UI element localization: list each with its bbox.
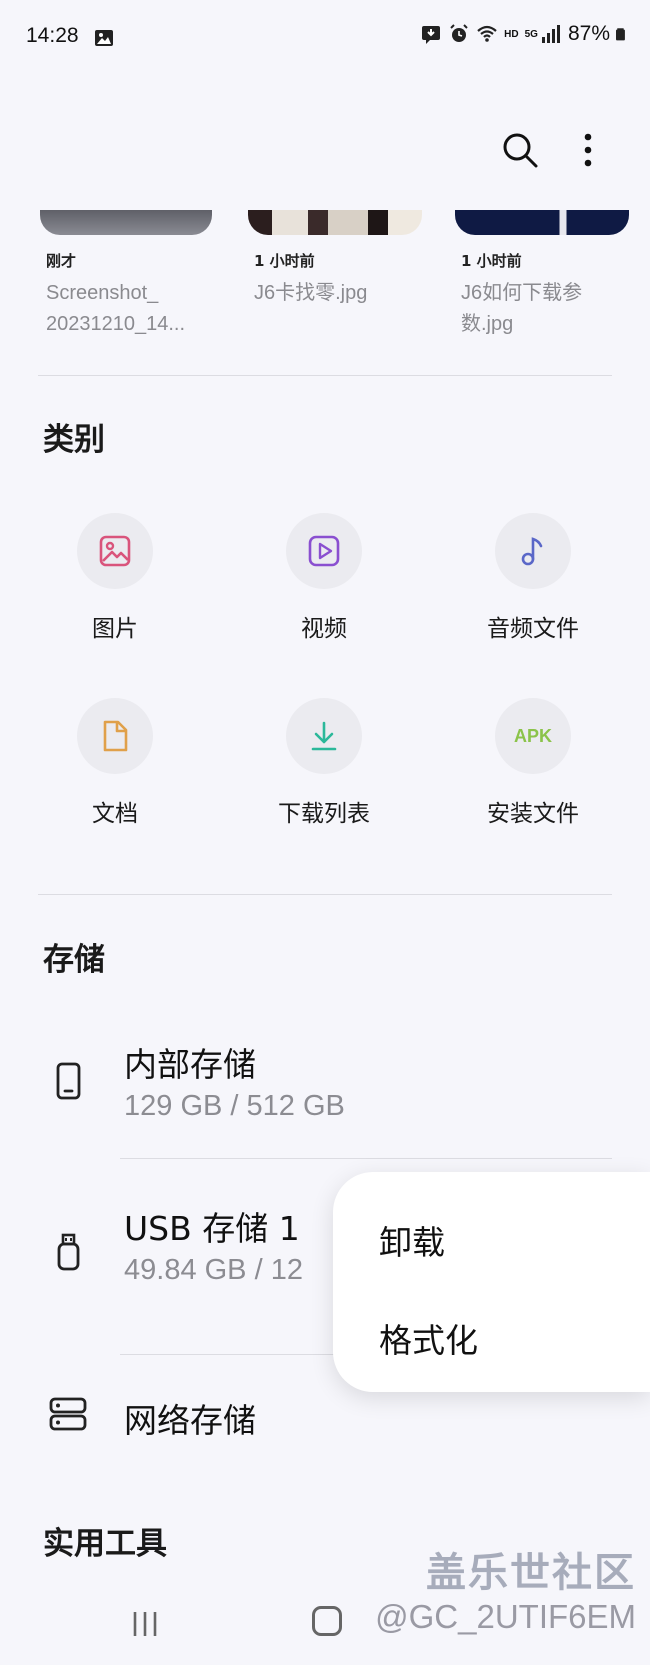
apk-badge: APK xyxy=(513,725,552,746)
wifi-icon xyxy=(477,25,497,42)
recent-file-time: 刚才 xyxy=(46,252,77,270)
video-icon xyxy=(286,513,362,589)
music-icon xyxy=(495,513,571,589)
image-icon xyxy=(77,513,153,589)
menu-unmount[interactable]: 卸载 xyxy=(379,1216,445,1264)
category-audio[interactable]: 音频文件 xyxy=(433,513,633,643)
usb-storage-usage: 49.84 GB / 12 xyxy=(124,1254,303,1286)
battery-icon xyxy=(616,28,625,41)
category-apk[interactable]: APK 安装文件 xyxy=(433,698,633,828)
signal-icon xyxy=(541,25,560,43)
network-storage-item[interactable]: 网络存储 xyxy=(0,1380,650,1460)
battery-percent: 87% xyxy=(567,22,610,45)
network-storage-title: 网络存储 xyxy=(124,1401,256,1440)
recent-file-name: J6如何下载参 数.jpg xyxy=(461,282,583,335)
recent-file-time: 1 小时前 xyxy=(254,252,315,270)
usb-storage-title: USB 存储 1 xyxy=(124,1209,300,1248)
phone-icon xyxy=(56,1062,81,1100)
internal-storage-usage: 129 GB / 512 GB xyxy=(124,1090,345,1122)
category-label: 视频 xyxy=(301,616,347,642)
recent-file-name: J6卡找零.jpg xyxy=(254,282,368,304)
recent-files: 刚才 Screenshot_ 20231210_14... 1 小时前 J6卡找… xyxy=(0,210,650,340)
category-label: 下载列表 xyxy=(278,801,370,827)
category-downloads[interactable]: 下载列表 xyxy=(224,698,424,828)
hd-indicator: HD xyxy=(504,28,519,40)
alarm-icon xyxy=(450,24,468,42)
document-icon xyxy=(77,698,153,774)
divider xyxy=(38,375,612,376)
recent-file-name: Screenshot_ 20231210_14... xyxy=(46,282,186,335)
internal-storage-item[interactable]: 内部存储 129 GB / 512 GB xyxy=(0,1018,650,1138)
recent-thumbnail xyxy=(40,210,212,235)
recents-nav-icon[interactable] xyxy=(130,1610,160,1638)
category-documents[interactable]: 文档 xyxy=(15,698,215,828)
category-label: 图片 xyxy=(92,616,138,642)
divider xyxy=(120,1158,612,1159)
menu-format[interactable]: 格式化 xyxy=(379,1314,478,1362)
category-label: 文档 xyxy=(92,801,138,827)
usb-icon xyxy=(57,1233,80,1271)
storage-context-menu: 卸载 格式化 xyxy=(333,1172,650,1392)
category-label: 安装文件 xyxy=(487,801,579,827)
divider xyxy=(38,894,612,895)
search-icon[interactable] xyxy=(498,128,542,172)
category-videos[interactable]: 视频 xyxy=(224,513,424,643)
home-nav-icon[interactable] xyxy=(312,1606,342,1636)
storage-title: 存储 xyxy=(43,942,105,978)
status-time: 14:28 xyxy=(26,24,79,47)
download-icon xyxy=(286,698,362,774)
apk-icon: APK xyxy=(495,698,571,774)
watermark: 盖乐世社区 xyxy=(426,1550,636,1596)
internal-storage-title: 内部存储 xyxy=(124,1045,256,1084)
utilities-title: 实用工具 xyxy=(43,1526,167,1562)
watermark-handle: @GC_2UTIF6EM xyxy=(375,1598,636,1635)
recent-thumbnail xyxy=(248,210,422,235)
recent-thumbnail xyxy=(455,210,629,235)
network-gen: 5G xyxy=(524,28,538,40)
category-label: 音频文件 xyxy=(487,616,579,642)
message-icon xyxy=(422,26,441,44)
gallery-notification-icon xyxy=(95,30,113,46)
category-images[interactable]: 图片 xyxy=(15,513,215,643)
recent-file-time: 1 小时前 xyxy=(461,252,522,270)
status-icons: HD 5G 87% xyxy=(420,22,630,46)
server-icon xyxy=(49,1397,87,1431)
categories-title: 类别 xyxy=(43,422,105,458)
more-vert-icon[interactable] xyxy=(568,128,608,172)
